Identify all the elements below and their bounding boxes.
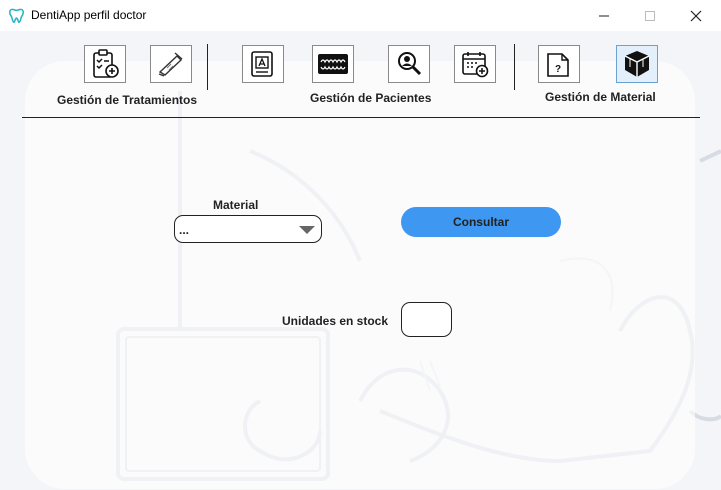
toolbar-separator <box>514 44 515 90</box>
folder-question-icon: ? <box>547 53 569 77</box>
material-select[interactable]: ... <box>174 215 322 243</box>
minimize-button[interactable] <box>581 0 627 31</box>
window-title: DentiApp perfil doctor <box>31 8 147 22</box>
section-label-patients: Gestión de Pacientes <box>310 91 432 105</box>
stock-boxes-button[interactable] <box>616 45 658 83</box>
clipboard-checklist-icon <box>93 49 119 78</box>
maximize-icon <box>645 10 655 21</box>
dental-xray-icon <box>318 54 348 74</box>
minimize-icon <box>599 15 609 16</box>
maximize-button[interactable] <box>627 0 673 31</box>
close-icon <box>690 10 702 21</box>
dental-xray-button[interactable] <box>312 45 354 83</box>
patient-record-icon <box>251 51 273 77</box>
background-panel <box>25 61 695 489</box>
close-button[interactable] <box>673 0 719 31</box>
material-label: Material <box>213 198 259 212</box>
treatment-clipboard-button[interactable] <box>84 45 126 83</box>
title-bar: DentiApp perfil doctor <box>0 0 721 31</box>
dental-tools-icon <box>158 52 183 77</box>
calendar-add-button[interactable] <box>454 45 496 83</box>
toolbar-divider <box>22 117 700 118</box>
search-patient-button[interactable] <box>388 45 430 83</box>
material-select-value: ... <box>179 223 190 237</box>
tooth-icon <box>9 8 24 24</box>
chevron-down-icon[interactable] <box>299 226 315 234</box>
toolbar-separator <box>207 44 208 90</box>
patient-record-button[interactable] <box>242 45 284 83</box>
stock-boxes-icon <box>624 51 650 77</box>
material-query-button[interactable]: ? <box>538 45 580 83</box>
stock-label: Unidades en stock <box>282 314 389 328</box>
calendar-add-icon <box>462 52 489 78</box>
consult-button[interactable]: Consultar <box>401 207 561 237</box>
section-label-treatments: Gestión de Tratamientos <box>57 93 198 107</box>
section-label-material: Gestión de Material <box>545 90 656 104</box>
svg-text:?: ? <box>555 64 561 75</box>
dental-tools-button[interactable] <box>150 45 192 83</box>
stock-units-field[interactable] <box>401 302 452 337</box>
search-patient-icon <box>398 52 422 76</box>
main-content: ? Gestión de Tratamientos Gestión de Pac… <box>0 31 721 490</box>
